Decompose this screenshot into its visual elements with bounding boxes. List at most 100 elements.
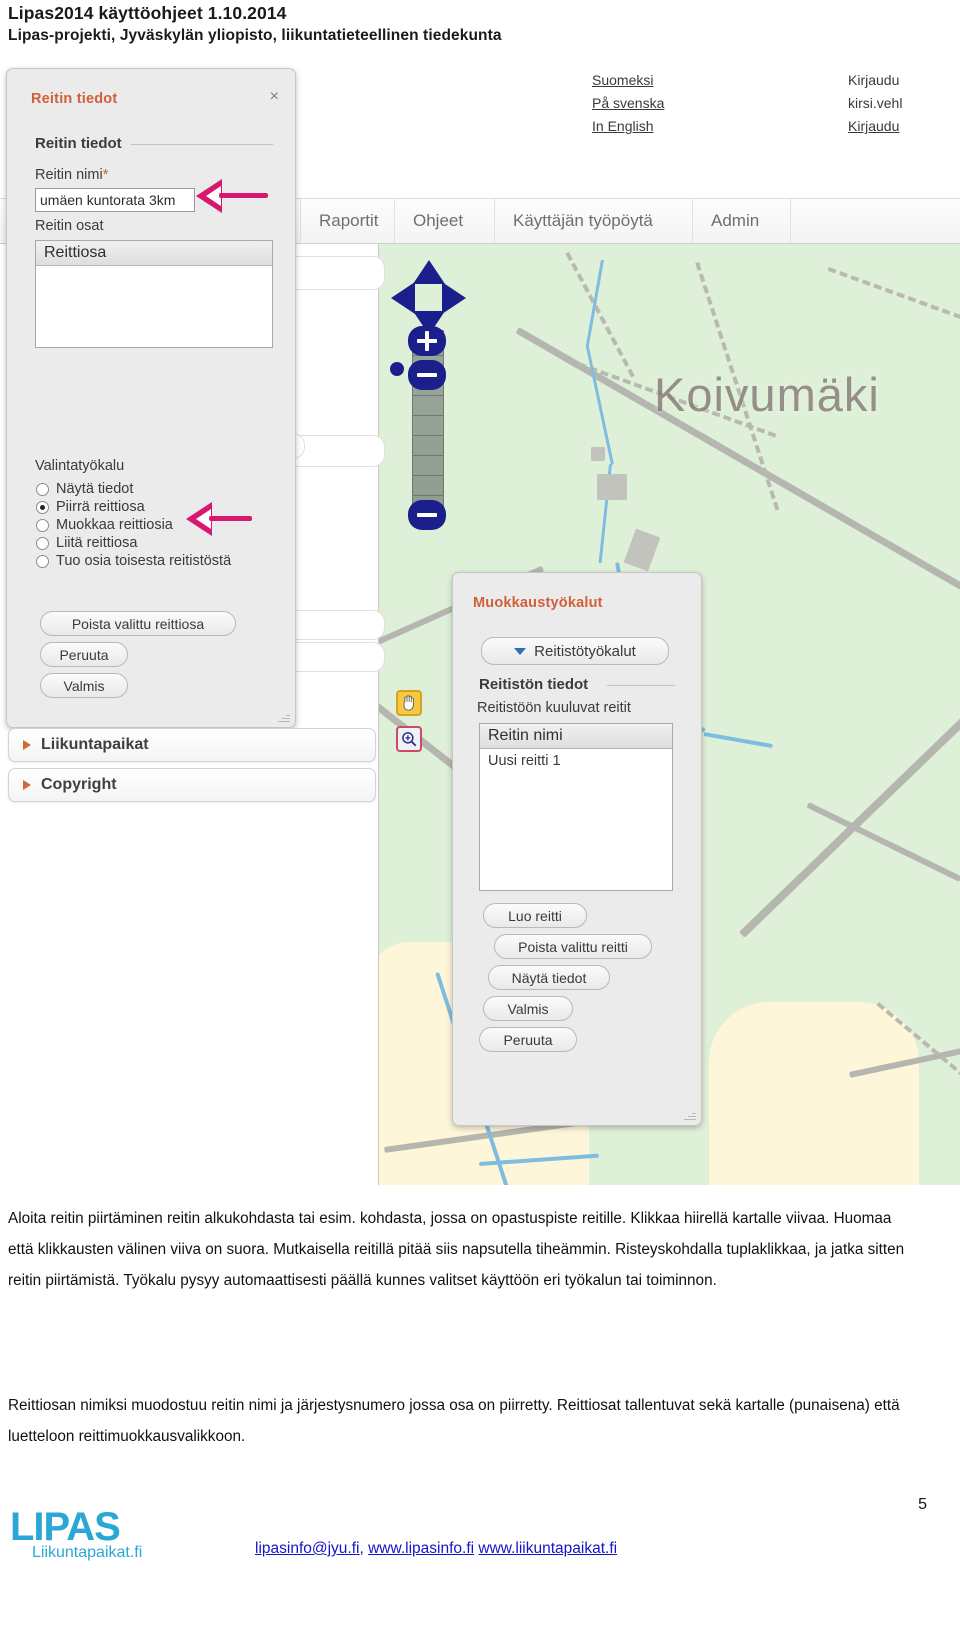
cancel-button[interactable]: Peruuta [40,642,128,667]
map-place-label: Koivumäki [654,368,880,421]
sidebar-accordion-copyright[interactable]: Copyright [8,768,376,802]
list-item[interactable]: Uusi reitti 1 [480,749,672,773]
language-link-sv[interactable]: På svenska [592,92,664,115]
map-zoom-slider[interactable] [412,330,444,522]
done-button[interactable]: Valmis [40,673,128,698]
route-details-legend-label: Reitin tiedot [35,135,122,152]
map-road [806,802,960,882]
edit-tools-legend: Reitistön tiedot [479,676,675,693]
route-network-tools-dropdown[interactable]: Reitistötyökalut [481,637,669,665]
route-network-tools-label: Reitistötyökalut [534,642,636,660]
resize-grip-icon[interactable] [278,711,290,723]
close-icon[interactable]: × [270,88,279,106]
sidebar-accordion-label: Copyright [41,776,117,793]
user-login-block[interactable]: Kirjaudu kirsi.vehl Kirjaudu [848,69,902,138]
document-title: Lipas2014 käyttöohjeet 1.10.2014 [8,3,287,23]
route-parts-list-header: Reittiosa [36,241,272,266]
document-subtitle: Lipas-projekti, Jyväskylän yliopisto, li… [8,27,502,44]
route-name-label: Reitin nimi* [35,167,108,183]
instruction-paragraph-2: Reittiosan nimiksi muodostuu reitin nimi… [8,1397,900,1446]
language-link-fi[interactable]: Suomeksi [592,69,664,92]
zoom-box-tool-icon[interactable] [396,726,422,752]
route-parts-label: Reitin osat [35,218,104,234]
edit-tools-legend-label: Reitistön tiedot [479,676,589,693]
chevron-right-icon [23,740,31,750]
route-name-value: umäen kuntorata 3km [40,192,176,208]
chevron-down-icon [514,647,527,655]
login-username: kirsi.vehl [848,95,903,111]
footer-site-lipasinfo[interactable]: www.lipasinfo.fi [368,1540,474,1557]
radio-icon[interactable] [36,482,49,496]
map-zoom-marker-icon [390,362,404,376]
resize-grip-icon[interactable] [684,1109,696,1121]
nav-item-ohjeet[interactable]: Ohjeet [394,199,481,243]
create-route-button[interactable]: Luo reitti [483,903,587,928]
map-water [585,259,604,349]
map-zoom-level-handle[interactable] [408,360,446,390]
map-field [709,1002,919,1185]
radio-label: Näytä tiedot [56,481,134,497]
route-parts-listbox[interactable]: Reittiosa [35,240,273,348]
document-header: Lipas2014 käyttöohjeet 1.10.2014 Lipas-p… [8,2,708,47]
route-network-list-header: Reitin nimi [480,724,672,749]
radio-option-liita-reittiosa[interactable]: Liitä reittiosa [36,535,231,551]
map-path [827,267,960,336]
done-button[interactable]: Valmis [483,996,573,1021]
radio-icon[interactable] [36,554,49,568]
nav-item-spacer [790,199,960,243]
map-zoom-out-button[interactable] [408,500,446,530]
route-details-legend: Reitin tiedot [35,135,273,152]
cancel-button[interactable]: Peruuta [479,1027,577,1052]
radio-label: Tuo osia toisesta reitistöstä [56,553,232,569]
map-water [703,732,773,749]
route-network-listbox[interactable]: Reitin nimi Uusi reitti 1 [479,723,673,891]
required-marker: * [102,167,109,183]
sidebar-accordion-liikuntapaikat[interactable]: Liikuntapaikat [8,728,376,762]
edit-tools-dialog-title: Muokkaustyökalut [473,595,603,611]
route-name-label-text: Reitin nimi [35,167,103,183]
language-switcher[interactable]: Suomeksi På svenska In English [592,69,664,138]
route-details-dialog[interactable]: Reitin tiedot × Reitin tiedot Reitin nim… [6,68,296,728]
radio-option-tuo-osia[interactable]: Tuo osia toisesta reitistöstä [36,553,231,569]
selection-tool-group-label: Valintatyökalu [35,458,125,474]
map-building [597,474,627,500]
embedded-screenshot: Koivumäki Suomeksi På svenska In English… [0,60,960,1185]
chevron-right-icon [23,780,31,790]
radio-icon-selected[interactable] [36,500,49,514]
nav-item-raportit[interactable]: Raportit [300,199,397,243]
login-line-1: Kirjaudu [848,72,900,88]
edit-tools-dialog[interactable]: Muokkaustyökalut Reitistötyökalut Reitis… [452,572,702,1126]
footer-email-link[interactable]: lipasinfo@jyu.fi [255,1540,359,1557]
nav-item-admin[interactable]: Admin [692,199,777,243]
radio-icon[interactable] [36,536,49,550]
show-details-button[interactable]: Näytä tiedot [488,965,610,990]
page-number: 5 [918,1496,927,1513]
radio-icon[interactable] [36,518,49,532]
radio-option-nayta-tiedot[interactable]: Näytä tiedot [36,481,231,497]
footer-separator: , [359,1540,369,1557]
radio-label: Muokkaa reittiosia [56,517,173,533]
logout-link[interactable]: Kirjaudu [848,115,902,138]
arrow-to-route-name-icon [196,178,268,214]
map-zoom-in-button[interactable] [408,326,446,356]
pan-right-icon[interactable] [442,282,466,314]
map-pan-control[interactable] [391,260,466,335]
pan-up-icon[interactable] [413,260,445,284]
pan-hand-tool-icon[interactable] [396,690,422,716]
route-network-list-label: Reitistöön kuuluvat reitit [477,700,631,716]
nav-item-tyopoyta[interactable]: Käyttäjän työpöytä [494,199,671,243]
route-name-input[interactable]: umäen kuntorata 3km [35,188,195,212]
lipas-logo-wordmark: LIPAS [10,1505,121,1549]
pan-left-icon[interactable] [391,282,415,314]
lipas-logo-subtitle: Liikuntapaikat.fi [32,1544,143,1561]
footer-site-liikuntapaikat[interactable]: www.liikuntapaikat.fi [478,1540,617,1557]
footer-contact-links[interactable]: lipasinfo@jyu.fi, www.lipasinfo.fi www.l… [255,1540,617,1558]
radio-label: Piirrä reittiosa [56,499,145,515]
delete-selected-part-button[interactable]: Poista valittu reittiosa [40,611,236,636]
arrow-to-draw-route-part-icon [186,501,252,537]
route-dialog-title: Reitin tiedot [31,91,118,107]
language-link-en[interactable]: In English [592,115,664,138]
instruction-paragraph-1: Aloita reitin piirtäminen reitin alkukoh… [8,1210,905,1290]
map-building [623,528,661,572]
delete-selected-route-button[interactable]: Poista valittu reitti [494,934,652,959]
